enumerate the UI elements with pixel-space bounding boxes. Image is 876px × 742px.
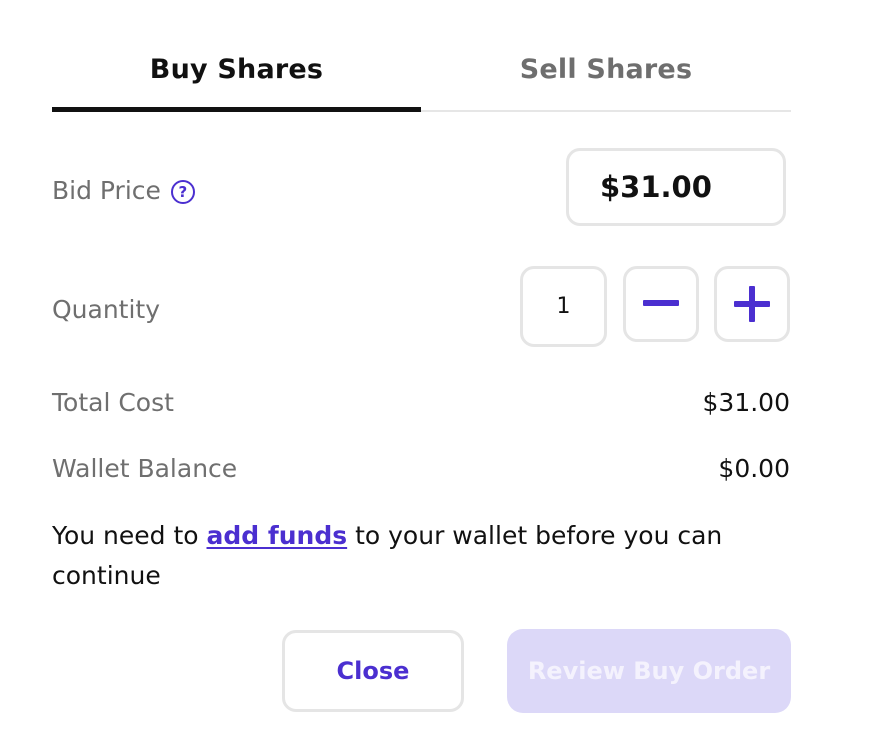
wallet-balance-value: $0.00 <box>718 454 790 483</box>
total-cost-label: Total Cost <box>52 388 174 417</box>
plus-icon <box>734 286 770 322</box>
tab-sell-shares[interactable]: Sell Shares <box>421 40 791 112</box>
add-funds-link[interactable]: add funds <box>207 521 348 550</box>
bid-price-label-row: Bid Price? <box>52 176 195 205</box>
total-cost-value: $31.00 <box>702 388 790 417</box>
notice-text-before: You need to <box>52 521 207 550</box>
question-circle-icon[interactable]: ? <box>170 180 195 204</box>
bid-price-label: Bid Price <box>52 176 161 205</box>
quantity-increment-button[interactable] <box>714 266 790 342</box>
tab-buy-shares[interactable]: Buy Shares <box>52 40 421 112</box>
insufficient-funds-notice: You need to add funds to your wallet bef… <box>52 516 792 596</box>
review-buy-order-button: Review Buy Order <box>507 629 791 713</box>
close-button[interactable]: Close <box>282 630 464 712</box>
minus-icon <box>643 300 679 308</box>
quantity-input[interactable] <box>520 266 607 347</box>
quantity-label: Quantity <box>52 295 161 324</box>
bid-price-input[interactable] <box>566 148 786 226</box>
wallet-balance-label: Wallet Balance <box>52 454 238 483</box>
quantity-decrement-button[interactable] <box>623 266 699 342</box>
order-tabs: Buy Shares Sell Shares <box>52 40 791 112</box>
